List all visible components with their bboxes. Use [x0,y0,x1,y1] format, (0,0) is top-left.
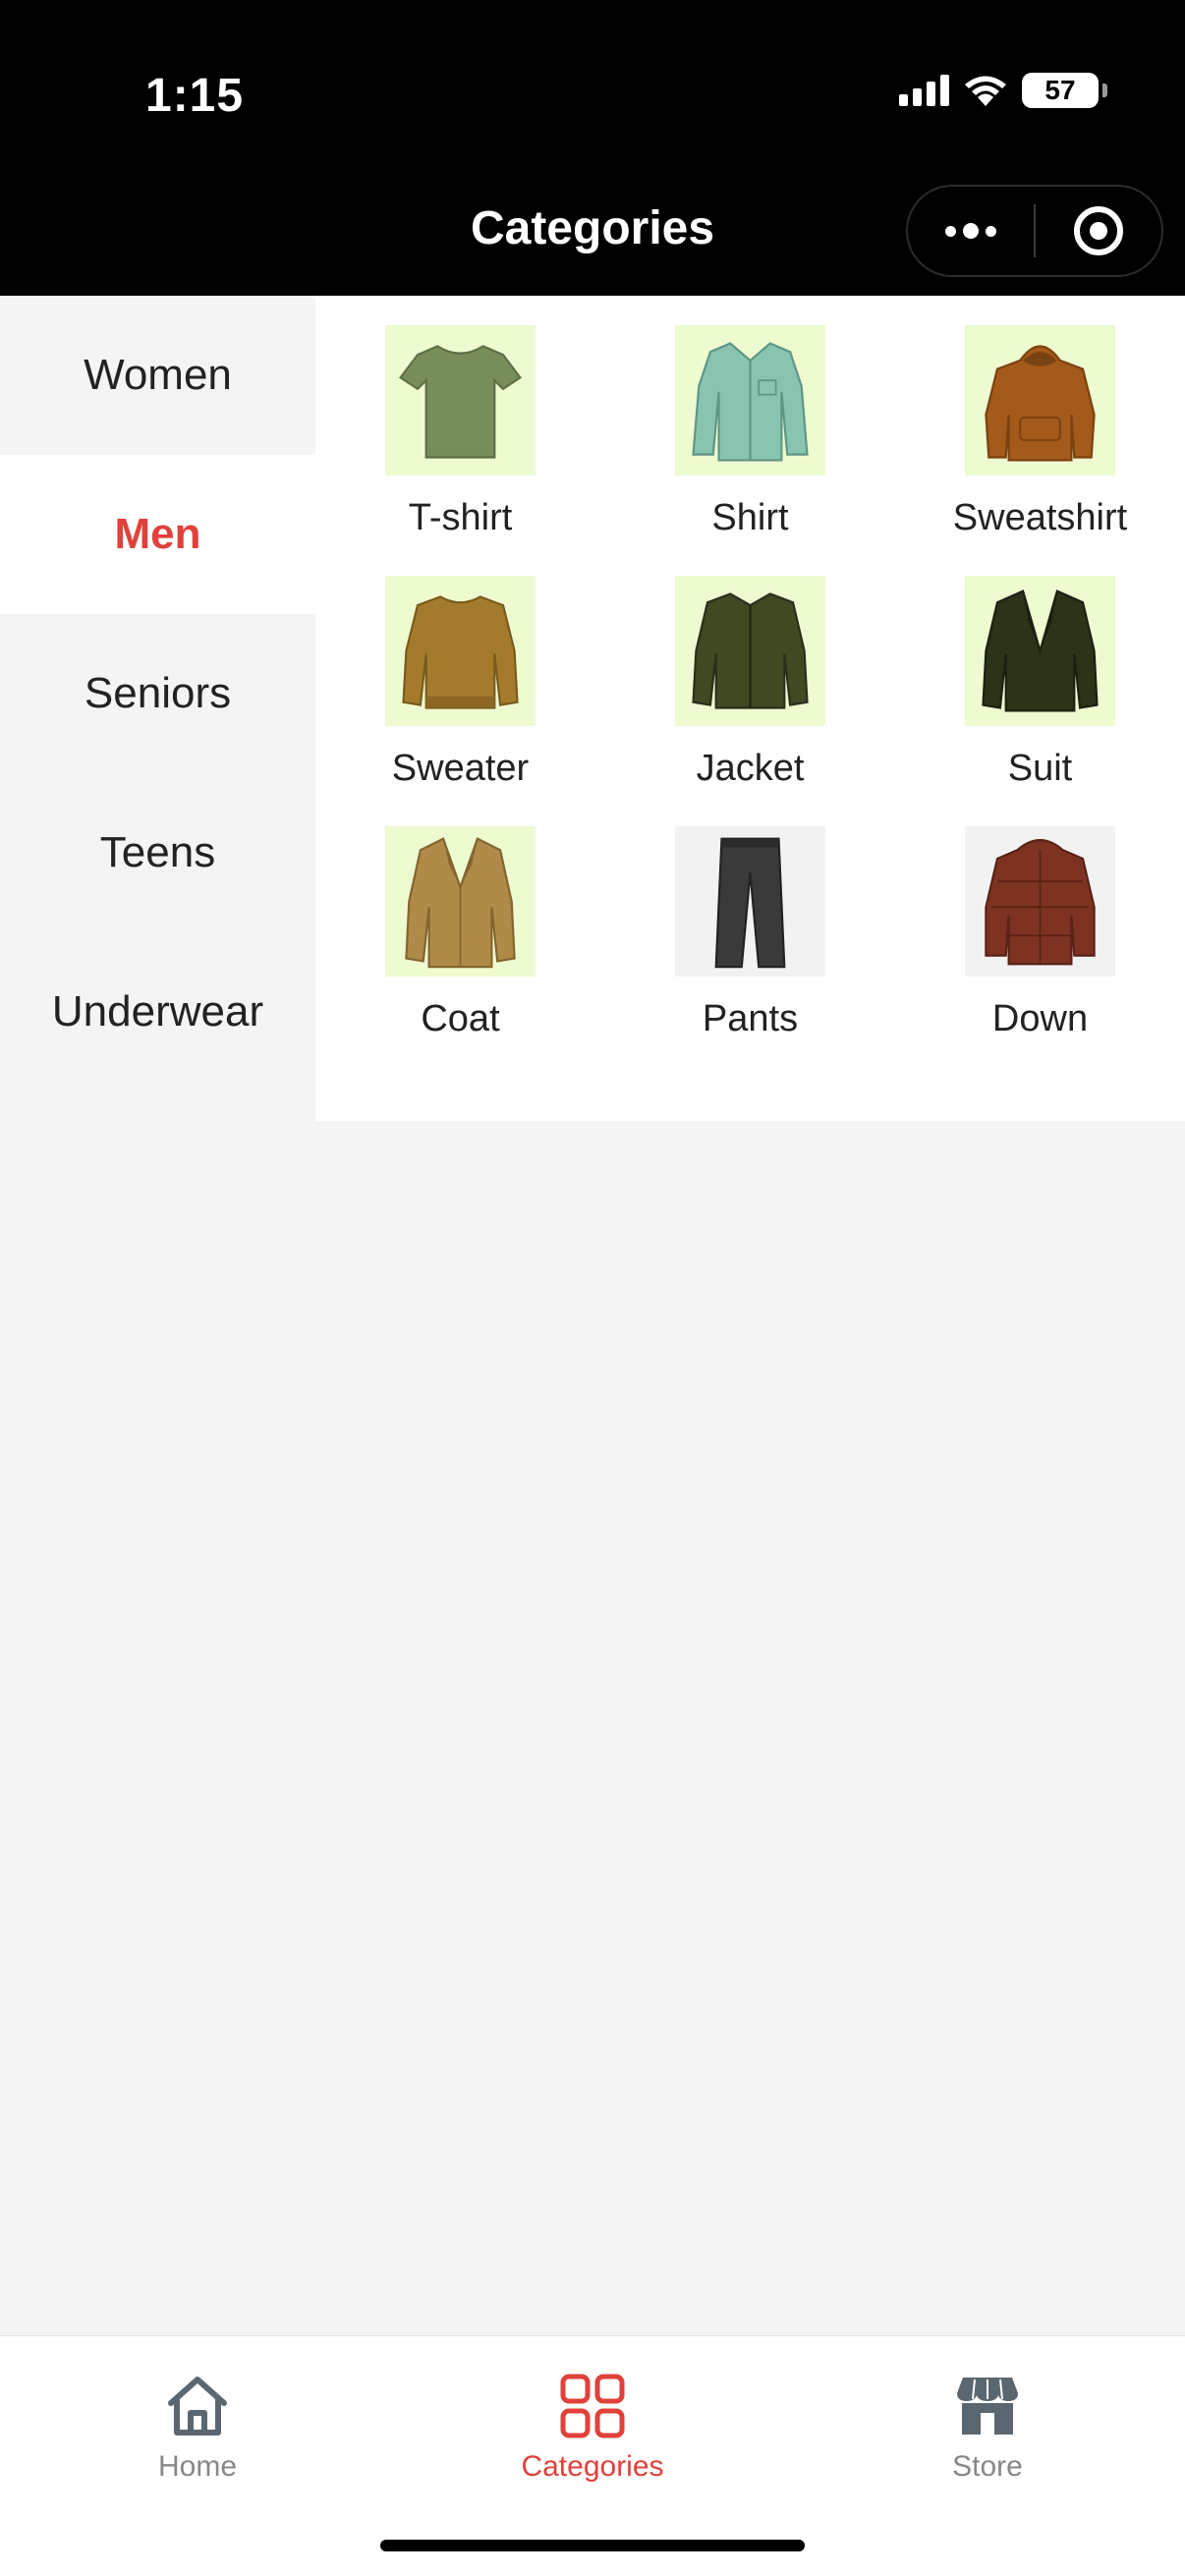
close-miniprogram-button[interactable] [1036,187,1161,275]
item-label: Pants [702,998,799,1039]
sweatshirt-image [965,325,1115,476]
status-icons: 57 [899,73,1107,108]
miniprogram-capsule [906,185,1163,277]
grid-item-jacket[interactable]: Jacket [605,576,895,791]
tab-categories[interactable]: Categories [395,2336,790,2484]
item-label: Jacket [696,748,805,789]
home-indicator [380,2540,805,2551]
subcategory-panel: T-shirt Shirt Sweatshirt Sweater Jacket [315,296,1185,1121]
tab-label: Store [952,2450,1023,2483]
sidebar-item-underwear[interactable]: Underwear [0,932,315,1092]
more-dots-icon [945,223,996,239]
sidebar-item-teens[interactable]: Teens [0,773,315,932]
category-sidebar: Women Men Seniors Teens Underwear [0,296,315,1092]
item-label: Suit [1007,748,1073,789]
item-label: Shirt [711,497,789,538]
sidebar-item-women[interactable]: Women [0,296,315,455]
item-label: Coat [421,998,500,1039]
subcategory-grid: T-shirt Shirt Sweatshirt Sweater Jacket [315,325,1185,1041]
more-button[interactable] [908,187,1034,275]
grid-item-tshirt[interactable]: T-shirt [315,325,605,540]
sidebar-item-men[interactable]: Men [0,455,315,614]
suit-image [965,576,1115,726]
wifi-icon [965,76,1006,106]
grid-item-coat[interactable]: Coat [315,826,605,1041]
home-icon [168,2377,227,2436]
battery-indicator: 57 [1022,73,1107,108]
item-label: Down [991,998,1089,1039]
grid-item-shirt[interactable]: Shirt [605,325,895,540]
sidebar-item-label: Women [84,351,232,399]
sidebar-item-label: Teens [99,828,216,876]
grid-item-down[interactable]: Down [895,826,1185,1041]
pants-image [675,826,825,977]
grid-item-suit[interactable]: Suit [895,576,1185,791]
target-icon [1074,206,1123,255]
tab-store[interactable]: Store [790,2336,1185,2484]
categories-icon [560,2374,625,2438]
cellular-signal-icon [899,75,949,106]
tab-label: Home [157,2450,238,2483]
sidebar-item-label: Underwear [51,987,264,1036]
grid-item-sweatshirt[interactable]: Sweatshirt [895,325,1185,540]
sweater-image [385,576,536,726]
status-time: 1:15 [145,70,245,122]
coat-image [385,826,536,977]
grid-item-sweater[interactable]: Sweater [315,576,605,791]
sidebar-item-label: Seniors [84,669,232,717]
item-label: Sweater [391,748,530,789]
jacket-image [675,576,825,726]
store-icon [957,2378,1018,2435]
item-label: Sweatshirt [952,497,1128,538]
sidebar-item-label: Men [114,510,201,558]
sidebar-item-seniors[interactable]: Seniors [0,614,315,773]
tab-home[interactable]: Home [0,2336,395,2484]
grid-item-pants[interactable]: Pants [605,826,895,1041]
shirt-image [675,325,825,476]
down-jacket-image [965,826,1115,977]
tab-label: Categories [521,2450,664,2483]
item-label: T-shirt [408,497,513,538]
top-bar: 1:15 57 Categories [0,0,1185,296]
tshirt-image [385,325,536,476]
